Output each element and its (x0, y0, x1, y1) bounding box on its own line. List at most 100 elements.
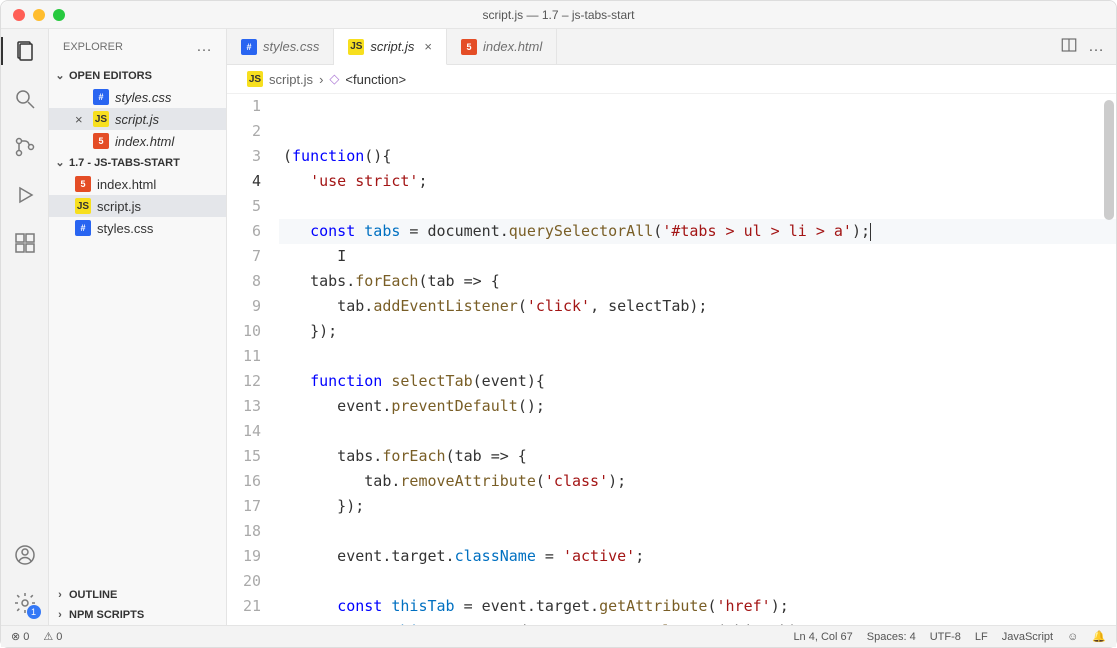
close-icon[interactable]: × (424, 39, 432, 54)
breadcrumb-symbol: <function> (345, 72, 406, 87)
project-file-item[interactable]: JS script.js (49, 195, 226, 217)
breadcrumb-separator: › (319, 72, 323, 87)
chevron-right-icon: › (55, 589, 65, 601)
js-file-icon: JS (93, 111, 109, 127)
explorer-sidebar: EXPLORER … ⌄ OPEN EDITORS # styles.css × JS… (49, 29, 227, 625)
code-line[interactable]: I (279, 244, 1116, 269)
project-header[interactable]: ⌄ 1.7 - JS-TABS-START (49, 152, 226, 173)
split-editor-icon[interactable] (1060, 36, 1078, 57)
html-file-icon: 5 (461, 39, 477, 55)
settings-badge: 1 (27, 605, 41, 619)
open-editors-label: OPEN EDITORS (69, 70, 152, 82)
code-line[interactable]: const tabs = document.querySelectorAll('… (279, 219, 1116, 244)
extensions-icon[interactable] (11, 229, 39, 257)
code-line[interactable]: event.target.className = 'active'; (279, 544, 1116, 569)
css-file-icon: # (75, 220, 91, 236)
code-line[interactable]: (function(){ (279, 144, 1116, 169)
code-line[interactable]: event.preventDefault(); (279, 394, 1116, 419)
code-line[interactable]: tab.addEventListener('click', selectTab)… (279, 294, 1116, 319)
run-debug-icon[interactable] (11, 181, 39, 209)
line-number-gutter: 12345678910111213141516171819202122 (227, 94, 279, 625)
code-line[interactable] (279, 419, 1116, 444)
status-cursor-position[interactable]: Ln 4, Col 67 (793, 631, 852, 643)
editor-tab[interactable]: # styles.css (227, 29, 334, 64)
file-name: index.html (97, 177, 156, 192)
file-name: index.html (115, 134, 174, 149)
editor-tab[interactable]: JS script.js × (334, 29, 447, 65)
chevron-down-icon: ⌄ (55, 69, 65, 82)
editor-tab[interactable]: 5 index.html (447, 29, 557, 64)
code-editor[interactable]: 12345678910111213141516171819202122 (fun… (227, 94, 1116, 625)
activity-bar: 1 (1, 29, 49, 625)
code-line[interactable]: tabs.forEach(tab => { (279, 444, 1116, 469)
feedback-icon[interactable]: ☺ (1067, 631, 1078, 643)
open-editor-item[interactable]: × JS script.js (49, 108, 226, 130)
open-editor-item[interactable]: # styles.css (49, 86, 226, 108)
tab-label: index.html (483, 39, 542, 54)
code-line[interactable]: 'use strict'; (279, 169, 1116, 194)
js-file-icon: JS (75, 198, 91, 214)
status-eol[interactable]: LF (975, 631, 988, 643)
npm-scripts-label: NPM SCRIPTS (69, 609, 144, 621)
html-file-icon: 5 (75, 176, 91, 192)
file-name: styles.css (97, 221, 153, 236)
titlebar: script.js — 1.7 – js-tabs-start (1, 1, 1116, 29)
window-title: script.js — 1.7 – js-tabs-start (482, 8, 634, 22)
code-line[interactable] (279, 344, 1116, 369)
code-line[interactable]: }); (279, 494, 1116, 519)
close-icon[interactable]: × (75, 112, 87, 127)
file-name: script.js (115, 112, 159, 127)
breadcrumb-file: script.js (269, 72, 313, 87)
chevron-right-icon: › (55, 609, 65, 621)
search-icon[interactable] (11, 85, 39, 113)
status-bar: ⊗ 0 ⚠ 0 Ln 4, Col 67 Spaces: 4 UTF-8 LF … (1, 625, 1116, 647)
code-line[interactable]: tabs.forEach(tab => { (279, 269, 1116, 294)
code-line[interactable] (279, 519, 1116, 544)
status-indent[interactable]: Spaces: 4 (867, 631, 916, 643)
explorer-more-icon[interactable]: … (196, 39, 212, 55)
tab-label: styles.css (263, 39, 319, 54)
settings-gear-icon[interactable]: 1 (11, 589, 39, 617)
outline-header[interactable]: › OUTLINE (49, 585, 226, 605)
editor-tabbar: # styles.css JS script.js × 5 index.html … (227, 29, 1116, 65)
minimize-window-icon[interactable] (33, 9, 45, 21)
editor-more-icon[interactable]: … (1088, 39, 1104, 55)
npm-scripts-header[interactable]: › NPM SCRIPTS (49, 605, 226, 625)
css-file-icon: # (241, 39, 257, 55)
code-line[interactable]: const thisTab = event.target.getAttribut… (279, 594, 1116, 619)
status-encoding[interactable]: UTF-8 (930, 631, 961, 643)
editor-area: # styles.css JS script.js × 5 index.html … JS … (227, 29, 1116, 625)
explorer-icon[interactable] (11, 37, 39, 65)
status-warnings[interactable]: ⚠ 0 (43, 630, 62, 643)
explorer-header: EXPLORER … (49, 29, 226, 65)
js-file-icon: JS (348, 39, 364, 55)
status-errors[interactable]: ⊗ 0 (11, 630, 29, 643)
status-language[interactable]: JavaScript (1002, 631, 1053, 643)
code-line[interactable]: }); (279, 319, 1116, 344)
file-name: styles.css (115, 90, 171, 105)
file-name: script.js (97, 199, 141, 214)
accounts-icon[interactable] (11, 541, 39, 569)
js-file-icon: JS (247, 71, 263, 87)
outline-label: OUTLINE (69, 589, 117, 601)
code-line[interactable]: tab.removeAttribute('class'); (279, 469, 1116, 494)
breadcrumb[interactable]: JS script.js › ◇ <function> (227, 65, 1116, 94)
css-file-icon: # (93, 89, 109, 105)
vertical-scrollbar[interactable] (1104, 100, 1114, 220)
project-file-item[interactable]: 5 index.html (49, 173, 226, 195)
code-content[interactable]: (function(){ 'use strict'; const tabs = … (279, 94, 1116, 625)
code-line[interactable] (279, 569, 1116, 594)
source-control-icon[interactable] (11, 133, 39, 161)
code-line[interactable]: function selectTab(event){ (279, 369, 1116, 394)
html-file-icon: 5 (93, 133, 109, 149)
project-label: 1.7 - JS-TABS-START (69, 157, 180, 169)
code-line[interactable] (279, 194, 1116, 219)
tab-label: script.js (370, 39, 414, 54)
open-editors-header[interactable]: ⌄ OPEN EDITORS (49, 65, 226, 86)
close-window-icon[interactable] (13, 9, 25, 21)
maximize-window-icon[interactable] (53, 9, 65, 21)
code-line[interactable]: const thisContent = document.querySelect… (279, 619, 1116, 625)
project-file-item[interactable]: # styles.css (49, 217, 226, 239)
open-editor-item[interactable]: 5 index.html (49, 130, 226, 152)
notifications-icon[interactable]: 🔔 (1092, 630, 1106, 643)
